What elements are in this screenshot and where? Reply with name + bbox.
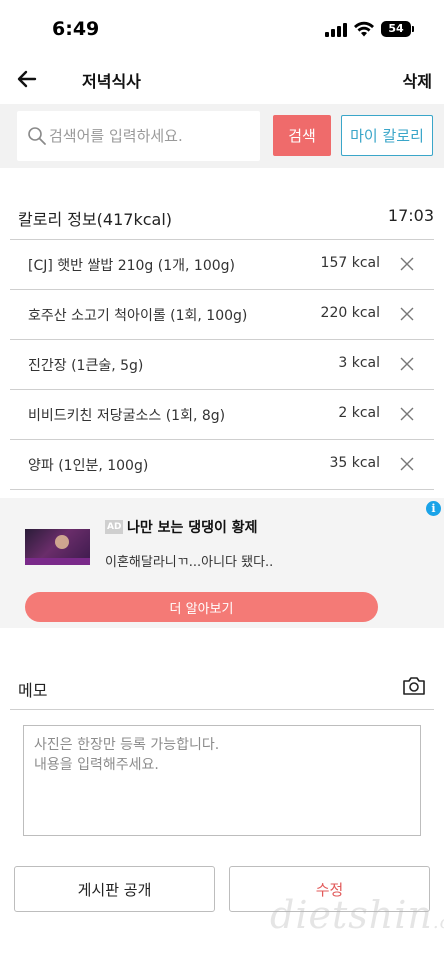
food-item[interactable]: 비비드키친 저당굴소스 (1회, 8g) 2 kcal [10,390,434,440]
ad-title[interactable]: 나만 보는 댕댕이 황제 [127,517,258,537]
close-icon[interactable] [400,307,414,321]
page-title: 저녁식사 [82,72,141,91]
watermark-main: dietshin [270,893,433,937]
food-kcal: 3 kcal [338,355,380,371]
close-icon[interactable] [400,357,414,371]
food-name: 양파 (1인분, 100g) [28,458,149,474]
app-header: 저녁식사 삭제 [0,56,444,102]
watermark-logo: dietshin.com [270,893,444,937]
watermark-suffix: .com [432,912,444,933]
search-box[interactable] [17,111,260,161]
memo-title: 메모 [18,681,48,700]
ad-learn-more-button[interactable]: 더 알아보기 [25,592,378,622]
food-kcal: 2 kcal [338,405,380,421]
close-icon[interactable] [400,407,414,421]
ad-banner[interactable]: i AD 나만 보는 댕댕이 황제 이혼해달라니ㄲ...아니다 됐다.. 더 알… [0,498,444,628]
delete-button[interactable]: 삭제 [403,68,432,92]
search-area: 검색 마이 칼로리 [0,104,444,168]
calorie-info-header: 칼로리 정보(417kcal) 17:03 [10,192,434,240]
food-item[interactable]: 진간장 (1큰술, 5g) 3 kcal [10,340,434,390]
food-item[interactable]: 호주산 소고기 척아이롤 (1회, 100g) 220 kcal [10,290,434,340]
wifi-icon [354,21,374,37]
cellular-signal-icon [325,23,347,37]
search-input[interactable] [49,123,254,149]
ad-description[interactable]: 이혼해달라니ㄲ...아니다 됐다.. [105,551,273,570]
battery-icon: 54 [381,21,414,37]
food-kcal: 35 kcal [329,455,380,471]
calorie-total-title: 칼로리 정보(417kcal) [18,210,173,229]
food-kcal: 157 kcal [320,255,380,271]
meal-time[interactable]: 17:03 [388,206,434,225]
back-arrow-icon[interactable] [14,66,40,92]
food-item[interactable]: 양파 (1인분, 100g) 35 kcal [10,440,434,490]
ad-badge: AD [105,520,124,534]
food-kcal: 220 kcal [320,305,380,321]
board-publish-button[interactable]: 게시판 공개 [14,866,215,912]
food-name: [CJ] 햇반 쌀밥 210g (1개, 100g) [28,258,235,274]
food-name: 호주산 소고기 척아이롤 (1회, 100g) [28,308,248,324]
food-list: [CJ] 햇반 쌀밥 210g (1개, 100g) 157 kcal 호주산 … [10,240,434,490]
search-button[interactable]: 검색 [273,115,331,156]
my-calorie-button[interactable]: 마이 칼로리 [341,115,433,156]
search-icon [28,127,46,145]
memo-textarea[interactable] [23,725,421,836]
battery-level: 54 [388,22,404,35]
status-bar: 6:49 54 [0,0,444,56]
close-icon[interactable] [400,457,414,471]
food-name: 비비드키친 저당굴소스 (1회, 8g) [28,408,226,424]
status-time: 6:49 [52,18,100,40]
close-icon[interactable] [400,257,414,271]
memo-header: 메모 [10,665,434,710]
ad-thumbnail[interactable] [25,529,90,565]
food-item[interactable]: [CJ] 햇반 쌀밥 210g (1개, 100g) 157 kcal [10,240,434,290]
food-name: 진간장 (1큰술, 5g) [28,358,144,374]
camera-icon[interactable] [402,675,426,697]
ad-info-icon[interactable]: i [426,501,441,516]
